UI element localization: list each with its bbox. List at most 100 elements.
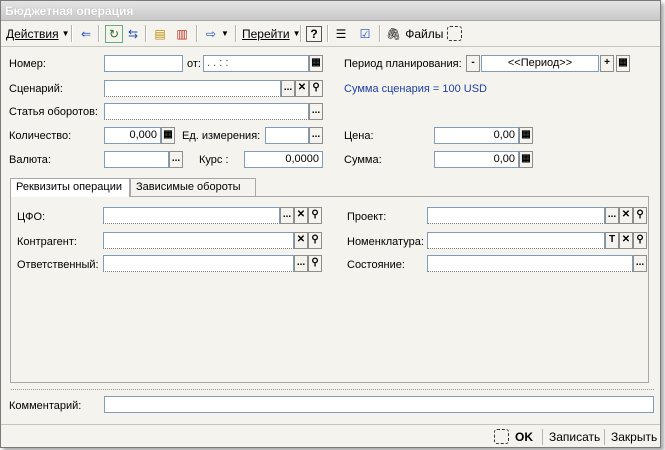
window-title: Бюджетная операция xyxy=(5,4,134,18)
project-field[interactable] xyxy=(427,207,605,224)
scenario-clear-button[interactable]: ✕ xyxy=(295,80,309,97)
number-field[interactable] xyxy=(104,55,183,72)
turnover-select-button[interactable]: ... xyxy=(309,103,323,120)
back-button[interactable]: ⇐ xyxy=(78,24,94,43)
period-calendar-button[interactable]: ▦ xyxy=(616,55,630,72)
quantity-calculator-button[interactable]: ▦ xyxy=(161,127,175,144)
price-field[interactable]: 0,00 xyxy=(434,127,519,144)
scenario-field[interactable] xyxy=(104,80,281,97)
tab-operation-details[interactable]: Реквизиты операции xyxy=(10,178,130,197)
minus-icon: - xyxy=(471,57,475,68)
rate-field[interactable]: 0,0000 xyxy=(244,151,323,168)
toolbar-separator xyxy=(71,25,73,42)
calculator-icon: ▦ xyxy=(521,129,531,140)
help-button[interactable]: ? xyxy=(306,24,322,43)
period-field[interactable]: <<Период>> xyxy=(481,55,599,72)
post-button[interactable]: ▤ xyxy=(152,24,168,43)
responsible-open-button[interactable]: ⚲ xyxy=(308,255,322,272)
ok-button[interactable]: OK xyxy=(494,427,533,446)
goto-menu[interactable]: Перейти ▼ xyxy=(242,24,300,43)
unpost-button[interactable]: ▥ xyxy=(174,24,190,43)
state-select-button[interactable]: ... xyxy=(633,255,647,272)
quantity-field[interactable]: 0,000 xyxy=(104,127,161,144)
structure-button[interactable]: ☰ xyxy=(333,24,349,43)
state-field[interactable] xyxy=(427,255,633,272)
toolbar-separator xyxy=(379,25,381,42)
calendar-button[interactable]: ▦ xyxy=(309,55,323,72)
footer-separator xyxy=(542,429,543,445)
dotted-frame-icon xyxy=(447,26,462,41)
project-open-button[interactable]: ⚲ xyxy=(633,207,647,224)
sum-label: Сумма: xyxy=(344,154,382,166)
copy-icon: ⇆ xyxy=(127,26,139,41)
project-clear-button[interactable]: ✕ xyxy=(619,207,633,224)
responsible-label: Ответственный: xyxy=(17,259,99,271)
sum-field[interactable]: 0,00 xyxy=(434,151,519,168)
ellipsis-icon: ... xyxy=(607,209,617,220)
nomenclature-type-button[interactable]: T xyxy=(605,232,619,249)
scenario-open-button[interactable]: ⚲ xyxy=(309,80,323,97)
counterparty-clear-button[interactable]: ✕ xyxy=(294,232,308,249)
nomenclature-clear-button[interactable]: ✕ xyxy=(619,232,633,249)
document-unpost-icon: ▥ xyxy=(176,26,188,41)
unit-label: Ед. измерения: xyxy=(182,130,261,142)
clear-icon: ✕ xyxy=(621,234,631,245)
toolbar-separator xyxy=(327,25,329,42)
sum-calculator-button[interactable]: ▦ xyxy=(519,151,533,168)
quantity-label: Количество: xyxy=(9,130,72,142)
toolbar-separator xyxy=(98,25,100,42)
nomenclature-open-button[interactable]: ⚲ xyxy=(633,232,647,249)
toolbar-separator xyxy=(300,25,302,42)
list-structure-icon: ☰ xyxy=(335,26,347,41)
ellipsis-icon: ... xyxy=(282,209,292,220)
clear-icon: ✕ xyxy=(296,234,306,245)
toolbar-separator xyxy=(235,25,237,42)
ellipsis-icon: ... xyxy=(296,257,306,268)
unit-select-button[interactable]: ... xyxy=(309,127,323,144)
dotted-frame-icon xyxy=(494,429,509,444)
copy-button[interactable]: ⇆ xyxy=(125,24,141,43)
unit-field[interactable] xyxy=(265,127,309,144)
scenario-select-button[interactable]: ... xyxy=(281,80,295,97)
files-button[interactable]: 🖇 Файлы xyxy=(386,24,443,43)
cfo-open-button[interactable]: ⚲ xyxy=(308,207,322,224)
dropdown-arrow-icon: ▼ xyxy=(221,29,229,38)
ok-label: OK xyxy=(515,429,533,444)
project-select-button[interactable]: ... xyxy=(605,207,619,224)
comment-label: Комментарий: xyxy=(9,400,82,412)
currency-select-button[interactable]: ... xyxy=(169,151,183,168)
responsible-select-button[interactable]: ... xyxy=(294,255,308,272)
turnover-field[interactable] xyxy=(104,103,309,120)
close-button[interactable]: Закрыть xyxy=(611,427,657,446)
actions-label: Действия xyxy=(6,26,59,41)
close-label: Закрыть xyxy=(611,429,658,444)
checklist-button[interactable]: ☑ xyxy=(357,24,373,43)
title-bar: Бюджетная операция xyxy=(1,1,660,21)
cfo-field[interactable] xyxy=(103,207,280,224)
counterparty-field[interactable] xyxy=(103,232,294,249)
currency-field[interactable] xyxy=(104,151,169,168)
period-minus-button[interactable]: - xyxy=(466,55,480,72)
scenario-sum-text: Сумма сценария = 100 USD xyxy=(344,83,487,95)
cfo-select-button[interactable]: ... xyxy=(280,207,294,224)
properties-button[interactable] xyxy=(447,24,462,43)
clear-icon: ✕ xyxy=(296,209,306,220)
save-button[interactable]: Записать xyxy=(549,427,600,446)
price-calculator-button[interactable]: ▦ xyxy=(519,127,533,144)
period-plus-button[interactable]: + xyxy=(600,55,614,72)
search-icon: ⚲ xyxy=(311,209,319,220)
tab-dependent-turnovers[interactable]: Зависимые обороты xyxy=(130,178,256,196)
based-on-button[interactable]: ⇨ ▼ xyxy=(203,24,229,43)
comment-field[interactable] xyxy=(104,396,654,413)
date-field[interactable]: . . : : xyxy=(203,55,309,72)
counterparty-open-button[interactable]: ⚲ xyxy=(308,232,322,249)
actions-menu[interactable]: Действия ▼ xyxy=(6,24,70,43)
responsible-field[interactable] xyxy=(103,255,294,272)
tab-label: Реквизиты операции xyxy=(16,181,122,193)
separator-line xyxy=(11,389,654,391)
nomenclature-field[interactable] xyxy=(427,232,605,249)
refresh-button[interactable]: ↻ xyxy=(105,24,123,43)
nomenclature-label: Номенклатура: xyxy=(347,236,424,248)
cfo-clear-button[interactable]: ✕ xyxy=(294,207,308,224)
bottom-bar: OK Записать Закрыть xyxy=(1,424,660,448)
